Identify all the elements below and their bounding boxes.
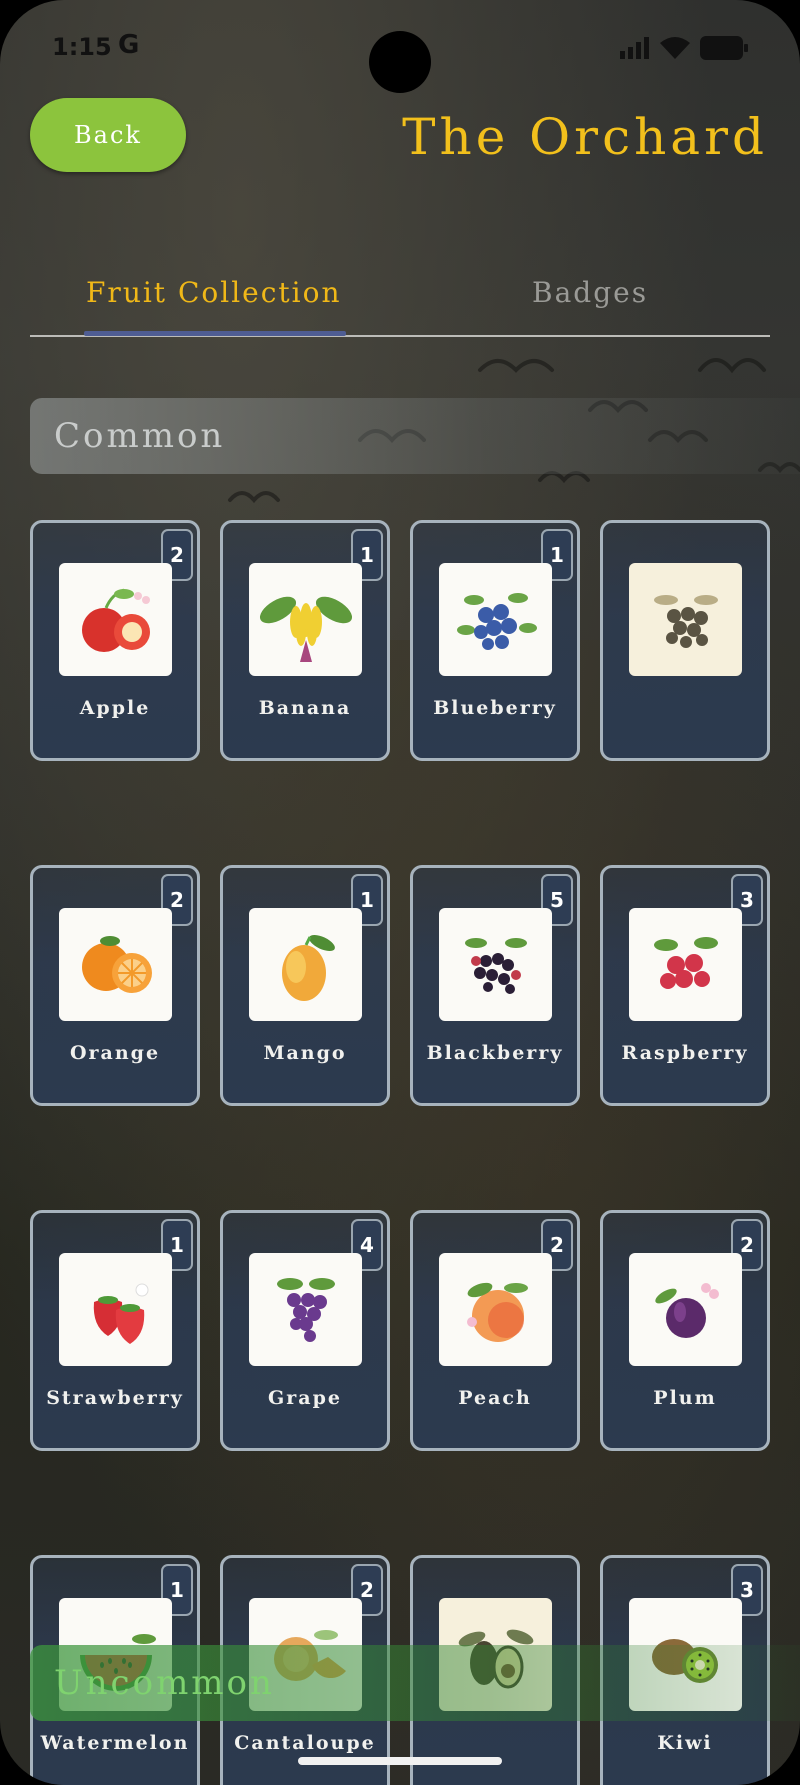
fruit-name: Banana: [258, 697, 352, 719]
fruit-card[interactable]: 2 Apple: [30, 520, 200, 761]
fruit-name: Cantaloupe: [234, 1732, 376, 1754]
fruit-name: Watermelon: [40, 1732, 190, 1754]
peach-icon: [439, 1253, 552, 1366]
home-indicator[interactable]: [298, 1757, 502, 1765]
fruit-name: Raspberry: [621, 1042, 749, 1064]
google-icon: G: [118, 30, 140, 60]
fruit-name: Grape: [268, 1387, 342, 1409]
signal-icon: [620, 37, 649, 59]
fruit-card[interactable]: 5 Blackberry: [410, 865, 580, 1106]
fruit-name: Plum: [653, 1387, 717, 1409]
apple-icon: [59, 563, 172, 676]
front-camera: [369, 31, 431, 93]
fruit-card[interactable]: 2 Plum: [600, 1210, 770, 1451]
fruit-card[interactable]: 1 Mango: [220, 865, 390, 1106]
fruit-name: Mango: [263, 1042, 347, 1064]
orange-icon: [59, 908, 172, 1021]
fruit-name: Apple: [79, 697, 151, 719]
mango-icon: [249, 908, 362, 1021]
fruit-name: Strawberry: [46, 1387, 184, 1409]
fruit-card[interactable]: 3 Raspberry: [600, 865, 770, 1106]
fruit-name: Orange: [69, 1042, 161, 1064]
status-icons: [620, 36, 748, 60]
fruit-card[interactable]: 4 Grape: [220, 1210, 390, 1451]
blueberry-icon: [439, 563, 552, 676]
fruit-card[interactable]: 2 Orange: [30, 865, 200, 1106]
fruit-name: Blackberry: [426, 1042, 564, 1064]
battery-icon: [700, 36, 748, 60]
tab-badges[interactable]: Badges: [532, 276, 648, 309]
page-title: The Orchard: [402, 108, 768, 166]
fruit-card[interactable]: 1 Banana: [220, 520, 390, 761]
tab-fruit-collection[interactable]: Fruit Collection: [86, 276, 342, 309]
raspberry-icon: [629, 908, 742, 1021]
back-button[interactable]: Back: [30, 98, 186, 172]
app-screen: 1:15 G Back The Orchard Fruit Collection…: [0, 0, 800, 1785]
plum-icon: [629, 1253, 742, 1366]
fruit-name: Peach: [458, 1387, 532, 1409]
section-header-common: Common: [30, 398, 800, 474]
banana-icon: [249, 563, 362, 676]
fruit-card[interactable]: 1 Blueberry: [410, 520, 580, 761]
status-time: 1:15: [52, 33, 112, 61]
status-bar: 1:15 G: [0, 0, 800, 96]
section-title: Uncommon: [54, 1663, 275, 1703]
section-header-uncommon: Uncommon: [30, 1645, 800, 1721]
fruit-card-locked[interactable]: [600, 520, 770, 761]
fruit-grid: 2 Apple 1 Banana 1 Blueberry 2 Orange 1 …: [30, 520, 770, 1785]
strawberry-icon: [59, 1253, 172, 1366]
blackberry-icon: [439, 908, 552, 1021]
section-title: Common: [54, 416, 226, 456]
locked-fruit-icon: [629, 563, 742, 676]
grape-icon: [249, 1253, 362, 1366]
fruit-name: Blueberry: [433, 697, 557, 719]
wifi-icon: [660, 37, 690, 59]
active-tab-indicator: [84, 331, 346, 336]
fruit-card[interactable]: 1 Strawberry: [30, 1210, 200, 1451]
fruit-card[interactable]: 2 Peach: [410, 1210, 580, 1451]
fruit-name: Kiwi: [657, 1732, 713, 1754]
